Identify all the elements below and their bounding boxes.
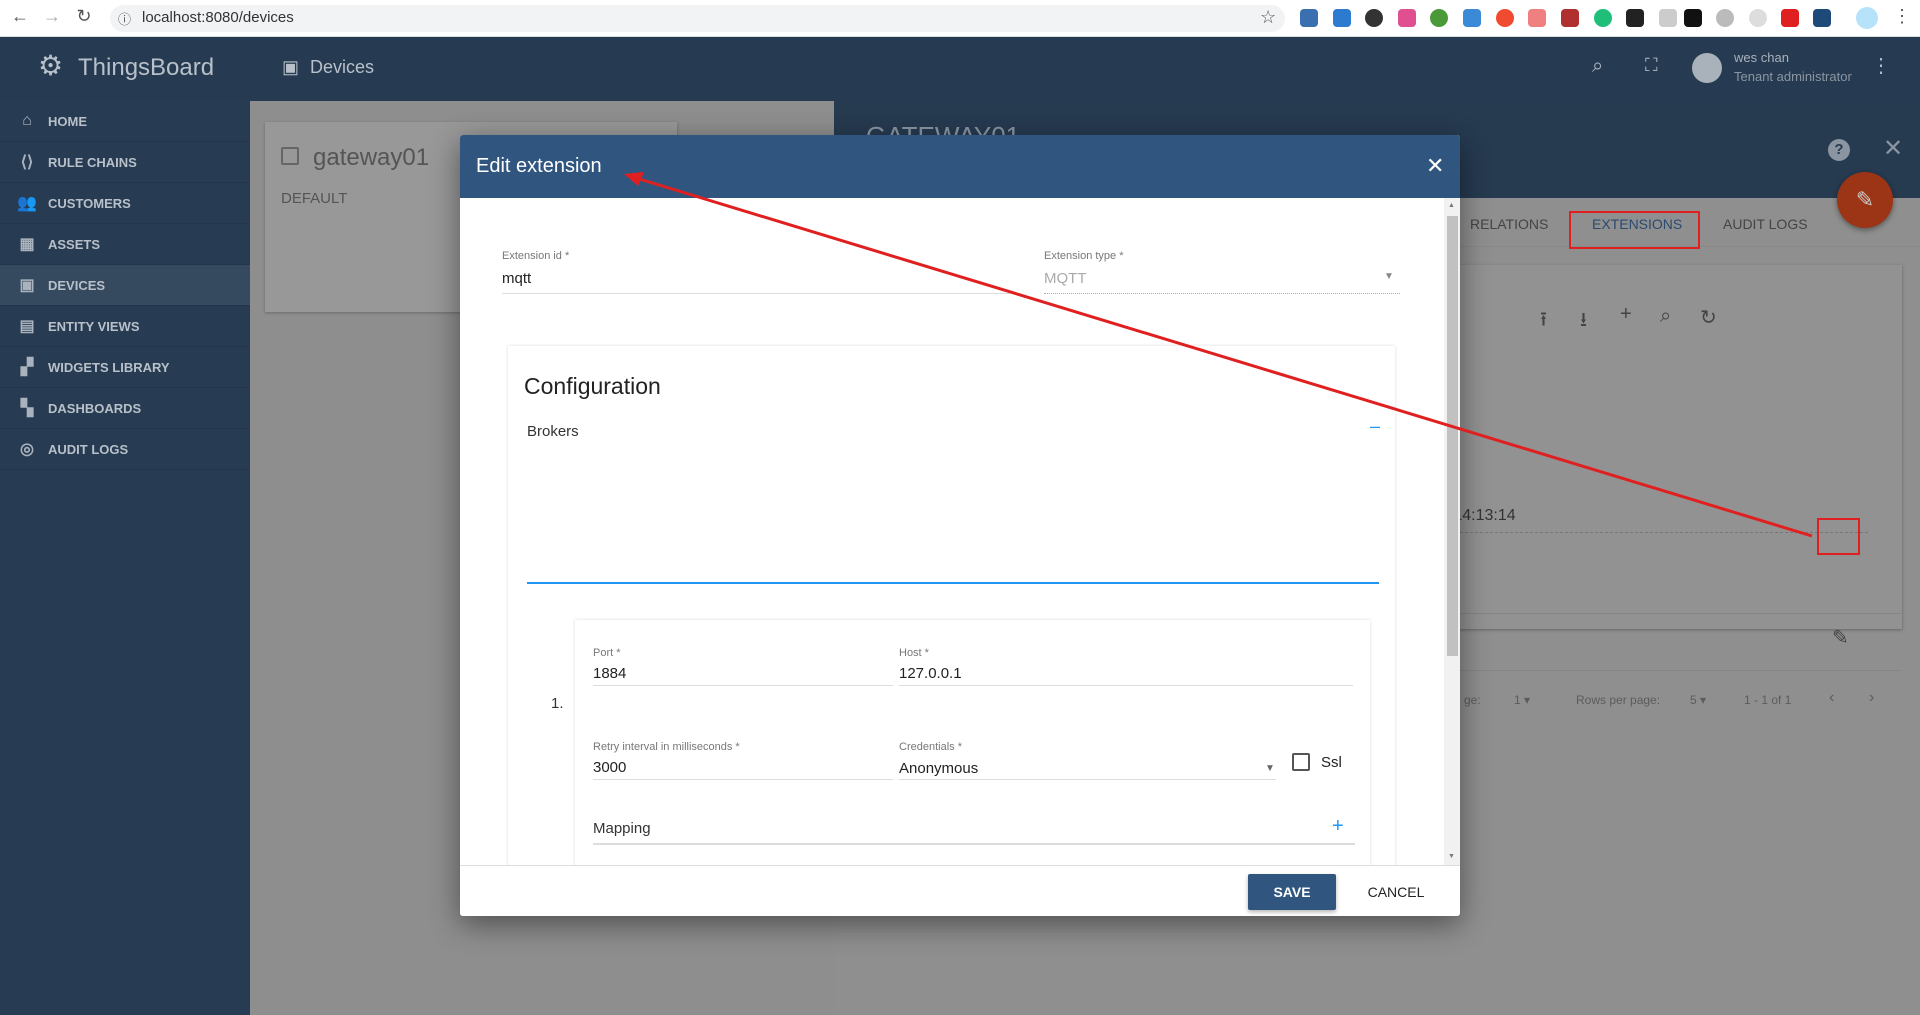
annotation-arrow xyxy=(624,172,1813,538)
